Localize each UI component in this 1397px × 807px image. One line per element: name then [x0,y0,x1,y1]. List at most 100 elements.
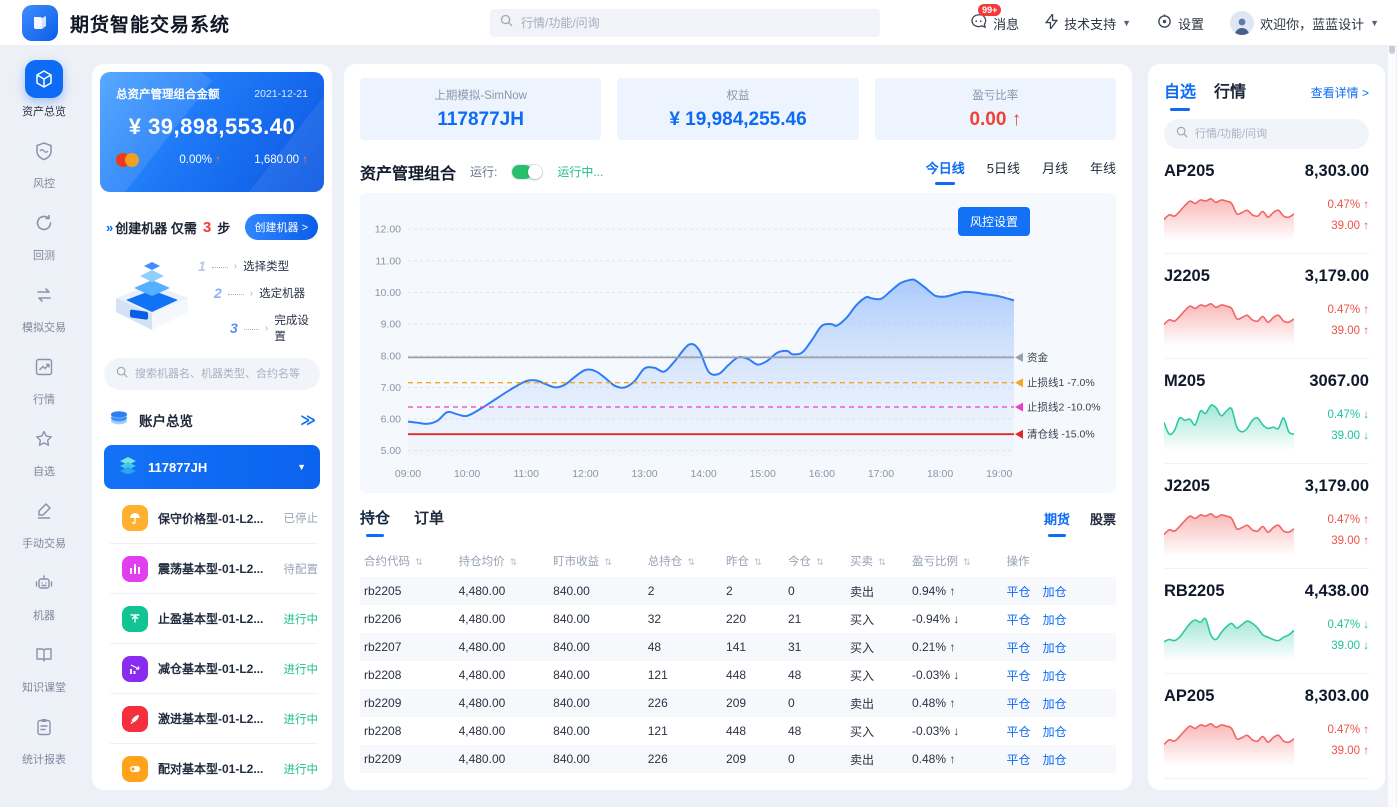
sidebar-item-label: 资产总览 [22,103,66,119]
stat-value: ¥ 19,984,255.46 [669,109,806,131]
close-position-link[interactable]: 平仓 [1007,585,1031,599]
sidebar-item-统计报表[interactable]: 统计报表 [22,708,66,767]
sidebar-item-行情[interactable]: 行情 [25,348,63,407]
period-tab-5日线[interactable]: 5日线 [987,158,1020,185]
market-tab-股票[interactable]: 股票 [1090,509,1116,537]
down-arrow-icon: ↓ [1363,640,1369,652]
market-tab-期货[interactable]: 期货 [1044,509,1070,537]
up-arrow-icon: ↑ [949,584,955,598]
coins-icon [108,407,130,432]
close-position-link[interactable]: 平仓 [1007,725,1031,739]
arrow-tray-icon [122,606,148,632]
quote-price: 3,179.00 [1305,477,1369,496]
sidebar-item-label: 知识课堂 [22,679,66,695]
period-tab-年线[interactable]: 年线 [1090,158,1116,185]
sidebar-item-资产总览[interactable]: 资产总览 [22,60,66,119]
robot-search-input[interactable] [135,368,308,380]
col-header[interactable]: 持仓均价 ⇅ [455,545,550,577]
position-row: rb2208 4,480.00840.00 121448 48 买入 -0.03… [360,717,1116,745]
sidebar-item-机器[interactable]: 机器 [25,564,63,623]
sparkline-chart [1164,714,1294,766]
view-details-link[interactable]: 查看详情 > [1311,84,1369,111]
svg-text:11:00: 11:00 [513,468,539,480]
robot-list-item[interactable]: 保守价格型-01-L2... 已停止 [110,493,318,543]
create-robot-button[interactable]: 创建机器 > [245,214,318,240]
global-search[interactable] [490,9,880,37]
quote-item-J2205[interactable]: J2205 3,179.00 0.47% ↑ 39.00 ↑ [1164,464,1369,569]
period-tab-今日线[interactable]: 今日线 [926,158,965,185]
col-header[interactable]: 合约代码 ⇅ [360,545,455,577]
robot-list-item[interactable]: 震荡基本型-01-L2... 待配置 [110,543,318,593]
add-position-link[interactable]: 加仓 [1043,753,1067,767]
col-header[interactable]: 今仓 ⇅ [784,545,846,577]
add-position-link[interactable]: 加仓 [1043,697,1067,711]
sidebar-item-风控[interactable]: 风控 [25,132,63,191]
support-menu[interactable]: 技术支持 ▼ [1045,14,1131,33]
account-selector[interactable]: 117877JH ▼ [104,445,320,489]
col-header[interactable]: 买卖 ⇅ [846,545,908,577]
page-scrollbar[interactable] [1388,0,1396,807]
bolt-icon [1045,14,1058,32]
account-overview-row[interactable]: 账户总览 ≫ [92,394,332,443]
sidebar-item-回测[interactable]: 回测 [25,204,63,263]
close-position-link[interactable]: 平仓 [1007,641,1031,655]
quote-item-AP205[interactable]: AP205 8,303.00 0.47% ↑ 39.00 ↑ [1164,149,1369,254]
robot-name: 保守价格型-01-L2... [158,510,274,527]
col-header[interactable]: 总持仓 ⇅ [644,545,722,577]
col-header[interactable]: 盈亏比例 ⇅ [908,545,1003,577]
sidebar-item-自选[interactable]: 自选 [25,420,63,479]
positions-tab-持仓[interactable]: 持仓 [360,507,390,537]
shield-icon [25,132,63,170]
quote-change: 39.00 ↓ [1331,430,1369,442]
robot-list-item[interactable]: 减仓基本型-01-L2... 进行中 [110,643,318,693]
close-position-link[interactable]: 平仓 [1007,697,1031,711]
down-arrow-icon: ↓ [1363,409,1369,421]
robot-name: 止盈基本型-01-L2... [158,610,274,627]
robot-list-item[interactable]: 配对基本型-01-L2... 进行中 [110,743,318,790]
up-arrow-icon: ↑ [1363,304,1369,316]
positions-tab-订单[interactable]: 订单 [414,507,444,537]
settings-button[interactable]: 设置 [1157,14,1204,33]
pair-icon [122,756,148,782]
svg-text:止损线2 -10.0%: 止损线2 -10.0% [1027,401,1101,414]
watchlist-search-input[interactable] [1195,128,1357,140]
up-arrow-icon: ↑ [1363,325,1369,337]
col-header[interactable]: 盯市收益 ⇅ [549,545,644,577]
svg-text:10.00: 10.00 [375,287,401,299]
run-toggle[interactable] [511,164,543,180]
user-menu[interactable]: 欢迎你，蓝蓝设计 ▼ [1230,11,1379,35]
sidebar-item-label: 模拟交易 [22,319,66,335]
bars-icon [122,556,148,582]
app-logo [22,5,58,41]
add-position-link[interactable]: 加仓 [1043,641,1067,655]
messages-button[interactable]: 99+ 消息 [970,13,1019,33]
close-position-link[interactable]: 平仓 [1007,613,1031,627]
robot-search[interactable] [104,358,320,390]
watchlist-tab-自选[interactable]: 自选 [1164,78,1196,111]
quote-item-M205[interactable]: M205 3067.00 0.47% ↓ 39.00 ↓ [1164,359,1369,464]
col-header[interactable]: 昨仓 ⇅ [722,545,784,577]
period-tab-月线[interactable]: 月线 [1042,158,1068,185]
sidebar-item-模拟交易[interactable]: 模拟交易 [22,276,66,335]
quote-item-J2205[interactable]: J2205 3,179.00 0.47% ↑ 39.00 ↑ [1164,254,1369,359]
risk-settings-button[interactable]: 风控设置 [958,207,1030,236]
up-arrow-icon: ↑ [949,640,955,654]
up-arrow-icon: ↑ [302,154,308,166]
watchlist-search[interactable] [1164,119,1369,149]
close-position-link[interactable]: 平仓 [1007,669,1031,683]
quote-item-RB2205[interactable]: RB2205 4,438.00 0.47% ↓ 39.00 ↓ [1164,569,1369,674]
robot-list-item[interactable]: 激进基本型-01-L2... 进行中 [110,693,318,743]
svg-text:止损线1 -7.0%: 止损线1 -7.0% [1027,376,1095,389]
watchlist-tab-行情[interactable]: 行情 [1214,78,1246,111]
robot-list-item[interactable]: 止盈基本型-01-L2... 进行中 [110,593,318,643]
stat-value: 117877JH [437,109,524,131]
add-position-link[interactable]: 加仓 [1043,613,1067,627]
global-search-input[interactable] [521,16,870,30]
sidebar-item-手动交易[interactable]: 手动交易 [22,492,66,551]
add-position-link[interactable]: 加仓 [1043,585,1067,599]
sidebar-item-知识课堂[interactable]: 知识课堂 [22,636,66,695]
close-position-link[interactable]: 平仓 [1007,753,1031,767]
add-position-link[interactable]: 加仓 [1043,725,1067,739]
add-position-link[interactable]: 加仓 [1043,669,1067,683]
quote-item-AP205[interactable]: AP205 8,303.00 0.47% ↑ 39.00 ↑ [1164,674,1369,779]
